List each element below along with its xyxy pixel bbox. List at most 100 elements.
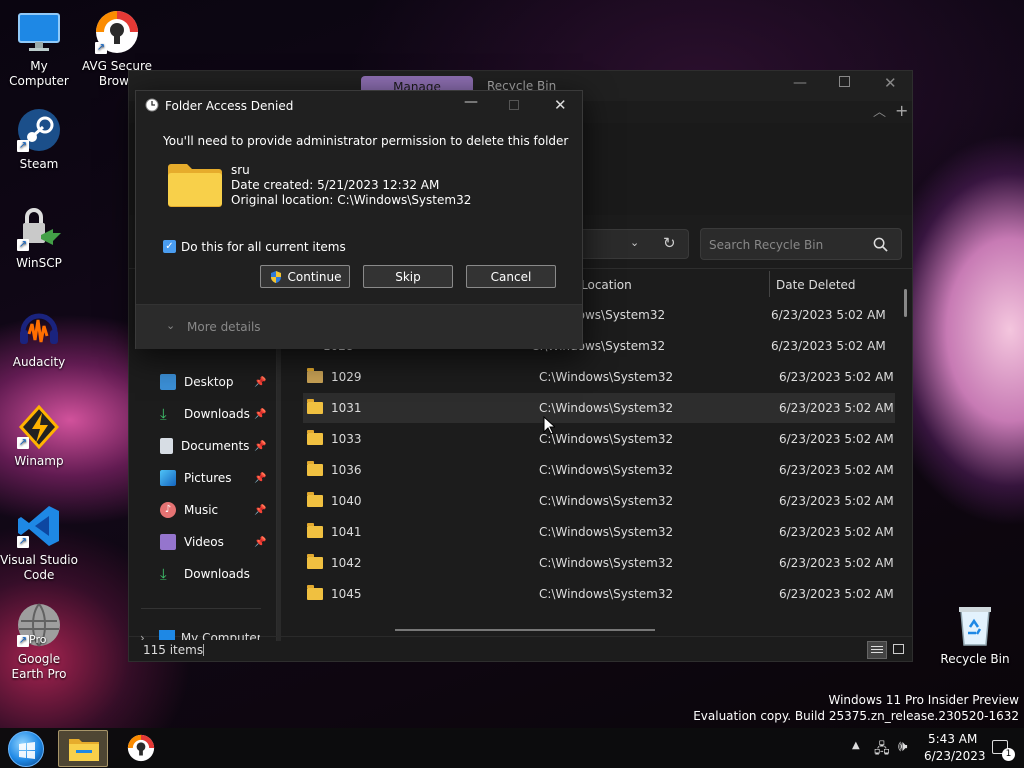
nav-divider	[141, 608, 261, 609]
show-hidden-icons-chevron-icon[interactable]: ▲	[852, 740, 860, 751]
search-icon[interactable]	[873, 237, 888, 252]
new-tab-plus-icon[interactable]: +	[895, 101, 908, 120]
nav-item-label: Videos	[184, 535, 224, 549]
desktop-icon-visual-studio-code[interactable]: ↗ Visual Studio Code	[0, 502, 78, 583]
row-date: 6/23/2023 5:02 AM	[779, 401, 894, 415]
dialog-date-created: Date created: 5/21/2023 12:32 AM	[231, 178, 440, 192]
tiles-view-icon[interactable]	[893, 644, 904, 654]
status-item-count: 115 items	[143, 643, 204, 657]
desktop-icon-winscp[interactable]: ↗ WinSCP	[0, 205, 78, 271]
row-location: C:\Windows\System32	[539, 401, 674, 415]
dialog-maximize-button	[509, 100, 519, 110]
scrollbar-thumb[interactable]	[904, 289, 907, 317]
desktop-icon-label: Visual Studio Code	[0, 553, 78, 582]
nav-item-videos[interactable]: Videos 📌	[160, 534, 266, 550]
table-row-hovered[interactable]: 1031 C:\Windows\System32 6/23/2023 5:02 AM	[303, 393, 895, 423]
chevron-down-icon[interactable]: ⌄	[630, 236, 639, 249]
recycle-bin-icon	[951, 601, 999, 649]
skip-button[interactable]: Skip	[363, 265, 453, 288]
desktop-icon-label: Google Earth Pro	[11, 652, 67, 681]
vscode-icon: ↗	[15, 502, 63, 550]
folder-icon	[307, 585, 323, 600]
table-row[interactable]: 1040 C:\Windows\System32 6/23/2023 5:02 AM	[303, 486, 895, 516]
folder-access-denied-dialog: Folder Access Denied — ✕ You'll need to …	[135, 90, 583, 349]
taskbar-file-explorer[interactable]	[58, 730, 108, 767]
nav-item-pictures[interactable]: Pictures 📌	[160, 470, 266, 486]
taskbar: ▲ 🖧 🕪 5:43 AM 6/23/2023 1	[0, 728, 1024, 768]
more-details-toggle[interactable]: More details	[187, 320, 261, 334]
column-divider[interactable]	[769, 271, 770, 297]
table-row[interactable]: 1033 C:\Windows\System32 6/23/2023 5:02 AM	[303, 424, 895, 454]
taskbar-avg-browser[interactable]	[126, 733, 156, 763]
horizontal-scrollbar[interactable]	[395, 629, 655, 631]
nav-item-downloads-2[interactable]: ⤓ Downloads	[160, 566, 250, 582]
maximize-button[interactable]	[839, 76, 850, 87]
row-date: 6/23/2023 5:02 AM	[771, 308, 886, 322]
table-row[interactable]: 1042 C:\Windows\System32 6/23/2023 5:02 AM	[303, 548, 895, 578]
download-icon: ⤓	[160, 565, 167, 583]
notification-center-icon[interactable]: 1	[992, 740, 1015, 761]
desktop-icon-google-earth-pro[interactable]: Pro ↗ Google Earth Pro	[0, 601, 78, 682]
minimize-button[interactable]: —	[793, 75, 807, 91]
cancel-button[interactable]: Cancel	[466, 265, 556, 288]
start-button[interactable]	[8, 731, 44, 767]
notification-count-badge: 1	[1002, 748, 1015, 761]
collapse-ribbon-icon[interactable]: ︿	[873, 101, 886, 120]
desktop-icon-recycle-bin[interactable]: Recycle Bin	[936, 601, 1014, 667]
nav-item-documents[interactable]: Documents 📌	[160, 438, 266, 454]
pin-icon[interactable]: 📌	[254, 377, 266, 388]
clock-date[interactable]: 6/23/2023	[924, 749, 986, 763]
row-location: C:\Windows\System32	[539, 587, 674, 601]
refresh-icon[interactable]: ↻	[663, 234, 676, 252]
row-name: 1045	[331, 587, 362, 601]
column-header-location[interactable]: Location	[581, 278, 632, 292]
desktop-icon-label: Recycle Bin	[940, 652, 1010, 666]
steam-icon: ↗	[15, 106, 63, 154]
desktop-icon-my-computer[interactable]: My Computer	[0, 8, 78, 89]
shortcut-arrow-icon: ↗	[17, 140, 29, 152]
pin-icon[interactable]: 📌	[254, 441, 266, 452]
pin-icon[interactable]: 📌	[254, 505, 266, 516]
desktop-folder-icon	[160, 374, 176, 390]
volume-icon[interactable]: 🕪	[898, 737, 907, 755]
chevron-down-icon[interactable]: ⌄	[166, 319, 175, 332]
nav-item-downloads[interactable]: ⤓ Downloads 📌	[160, 406, 266, 422]
search-box[interactable]: Search Recycle Bin	[700, 228, 902, 260]
row-date: 6/23/2023 5:02 AM	[779, 494, 894, 508]
continue-button[interactable]: Continue	[260, 265, 350, 288]
row-location: C:\Windows\System32	[539, 432, 674, 446]
folder-icon	[168, 164, 222, 207]
dialog-close-button[interactable]: ✕	[554, 96, 567, 114]
row-name: 1040	[331, 494, 362, 508]
windows-logo-icon	[19, 742, 35, 759]
row-name: 1029	[331, 370, 362, 384]
nav-item-desktop[interactable]: Desktop 📌	[160, 374, 266, 390]
chevron-right-icon[interactable]: ›	[140, 631, 145, 640]
shortcut-arrow-icon: ↗	[95, 42, 107, 54]
address-bar[interactable]: ⌄ ↻	[579, 229, 689, 259]
nav-item-my-computer[interactable]: › My Computer	[140, 630, 260, 640]
folder-icon	[307, 554, 323, 569]
apply-to-all-checkbox[interactable]: ✓	[163, 240, 176, 253]
pin-icon[interactable]: 📌	[254, 537, 266, 548]
dialog-minimize-button[interactable]: —	[464, 94, 478, 110]
table-row[interactable]: 1045 C:\Windows\System32 6/23/2023 5:02 AM	[303, 579, 895, 609]
desktop-icon-steam[interactable]: ↗ Steam	[0, 106, 78, 172]
folder-icon	[307, 368, 323, 383]
close-button[interactable]: ✕	[884, 74, 897, 92]
desktop-icon-winamp[interactable]: ↗ Winamp	[0, 403, 78, 469]
pin-icon[interactable]: 📌	[254, 473, 266, 484]
clock-time[interactable]: 5:43 AM	[928, 732, 977, 746]
nav-scrollbar[interactable]	[277, 301, 281, 641]
table-row[interactable]: 1041 C:\Windows\System32 6/23/2023 5:02 AM	[303, 517, 895, 547]
row-date: 6/23/2023 5:02 AM	[779, 370, 894, 384]
folder-icon	[307, 461, 323, 476]
table-row[interactable]: 1036 C:\Windows\System32 6/23/2023 5:02 AM	[303, 455, 895, 485]
column-header-date-deleted[interactable]: Date Deleted	[776, 278, 856, 292]
desktop-icon-audacity[interactable]: Audacity	[0, 304, 78, 370]
nav-item-music[interactable]: ♪ Music 📌	[160, 502, 266, 518]
pin-icon[interactable]: 📌	[254, 409, 266, 420]
network-icon[interactable]: 🖧	[874, 738, 890, 762]
details-view-icon[interactable]	[867, 641, 887, 659]
table-row[interactable]: 1029 C:\Windows\System32 6/23/2023 5:02 AM	[303, 362, 895, 392]
